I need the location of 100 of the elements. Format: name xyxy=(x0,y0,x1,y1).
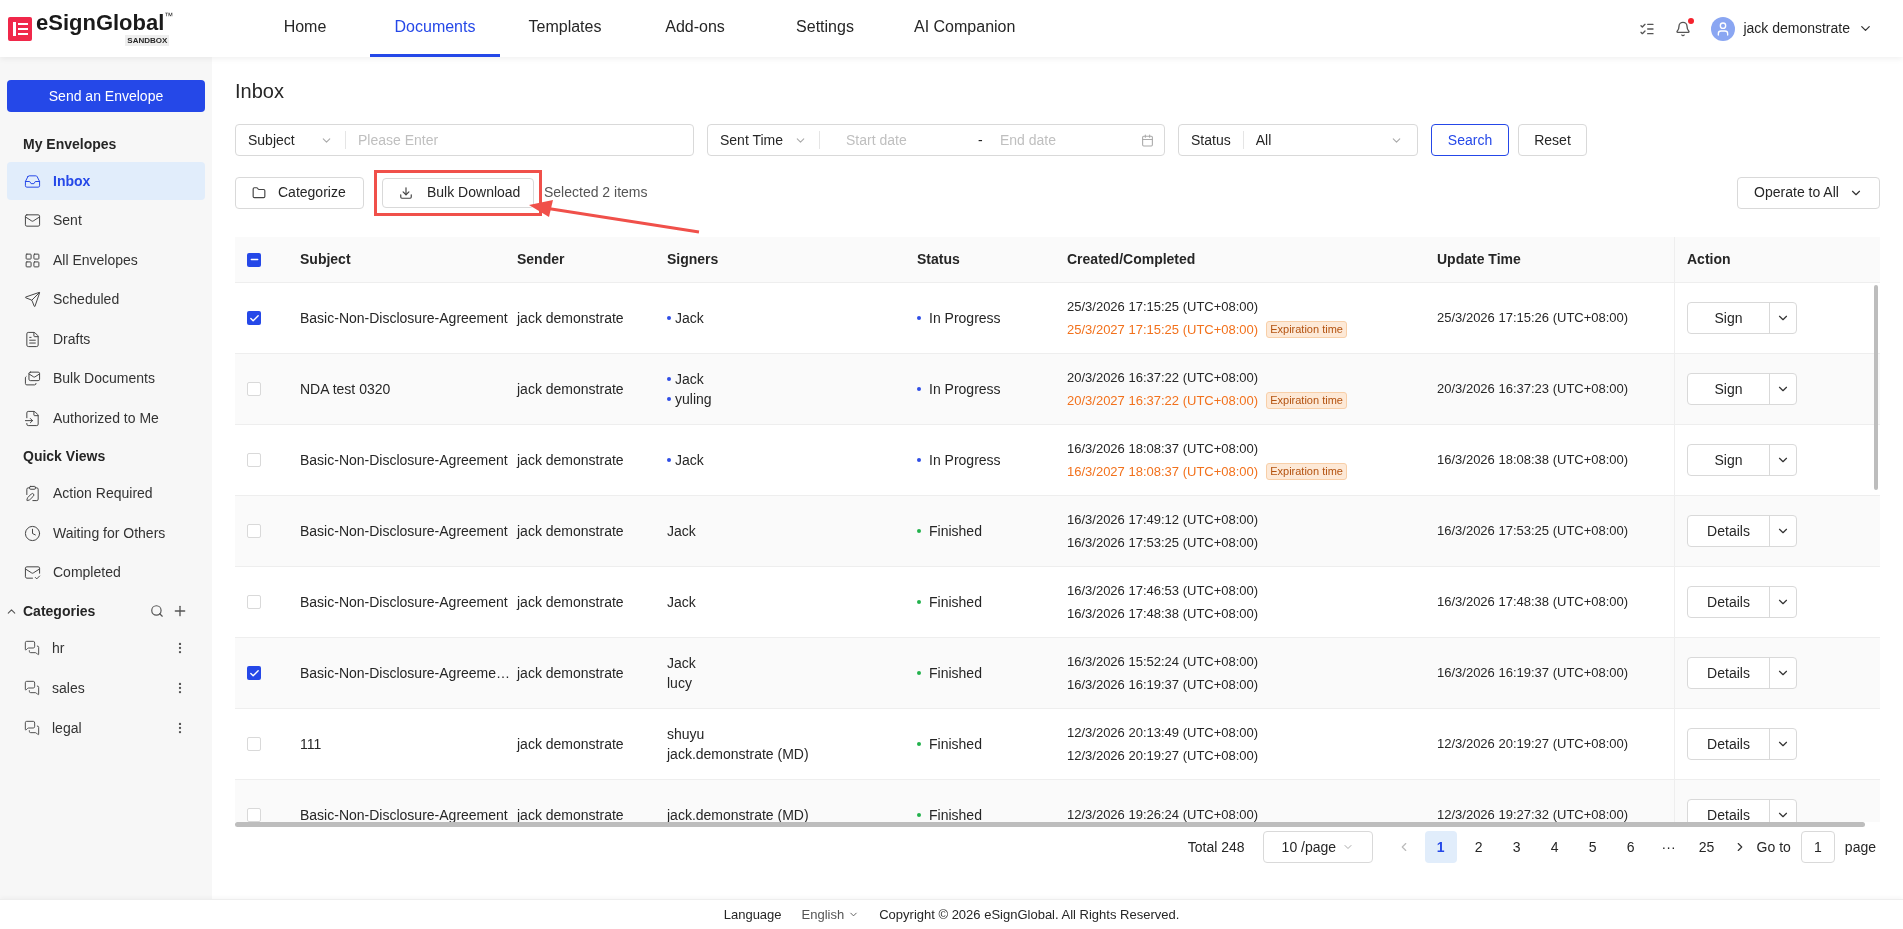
paper-plane-icon xyxy=(24,291,41,308)
nav-tab[interactable]: Home xyxy=(240,0,370,57)
logo-mark-icon xyxy=(8,16,32,41)
sidebar-item[interactable]: Scheduled xyxy=(7,280,205,319)
sandbox-badge: SANDBOX xyxy=(125,35,170,46)
table-cell-text: 12/3/2026 19:27:32 (UTC+08:00) xyxy=(1437,806,1629,822)
checkbox[interactable] xyxy=(247,453,261,467)
copyright-text: Copyright © 2026 eSignGlobal. All Rights Reserved. xyxy=(879,905,1180,924)
checkbox[interactable] xyxy=(247,808,261,822)
horizontal-scrollbar[interactable] xyxy=(235,822,1865,827)
page-number-field[interactable]: 1 xyxy=(1800,831,1835,863)
checkbox[interactable] xyxy=(247,382,261,396)
page-button[interactable]: 25 xyxy=(1690,831,1723,863)
check-icon xyxy=(248,312,260,324)
action-split-button[interactable]: Sign xyxy=(1687,302,1797,334)
status-text: In Progress xyxy=(929,308,1001,328)
checkbox[interactable] xyxy=(247,595,261,609)
page-size-select[interactable]: 10 /page xyxy=(1262,831,1373,863)
send-envelope-button[interactable]: Send an Envelope xyxy=(7,80,205,112)
action-split-button[interactable]: Details xyxy=(1687,586,1797,618)
language-select[interactable]: English xyxy=(801,904,860,925)
signer-name: Jack xyxy=(667,654,696,673)
sidebar-item[interactable]: Bulk Documents xyxy=(7,359,205,398)
status-text: Finished xyxy=(929,521,982,541)
document-icon xyxy=(24,330,41,348)
bell-icon[interactable] xyxy=(1675,20,1692,37)
goto-label: Go to xyxy=(1756,837,1791,857)
reset-button[interactable]: Reset xyxy=(1518,124,1587,156)
action-split-button[interactable]: Sign xyxy=(1687,444,1797,476)
nav-tab[interactable]: Add-ons xyxy=(630,0,760,57)
sidebar-item[interactable]: Action Required xyxy=(7,474,205,513)
subject-input[interactable]: Please Enter xyxy=(346,129,693,151)
category-item[interactable]: sales xyxy=(7,669,205,707)
sidebar-item[interactable]: Authorized to Me xyxy=(7,399,205,437)
status-select[interactable]: Status All xyxy=(1178,124,1418,156)
expiration-time: 16/3/2027 18:08:37 (UTC+08:00) xyxy=(1067,463,1259,481)
table-cell-text: jack demonstrate xyxy=(517,734,624,754)
operate-all-button[interactable]: Operate to All xyxy=(1737,176,1880,209)
signer-name: lucy xyxy=(667,674,692,693)
nav-tab[interactable]: Documents xyxy=(370,0,500,57)
user-name[interactable]: jack demonstrate xyxy=(1743,18,1850,39)
categorize-button[interactable]: Categorize xyxy=(235,176,364,209)
page-button[interactable]: 2 xyxy=(1462,831,1495,863)
action-split-button[interactable]: Details xyxy=(1687,728,1797,760)
bulk-download-button[interactable]: Bulk Download xyxy=(382,177,534,208)
status-text: Finished xyxy=(929,592,982,612)
action-split-button[interactable]: Sign xyxy=(1687,373,1797,405)
completed-time: 16/3/2026 16:19:37 (UTC+08:00) xyxy=(1067,676,1260,694)
field-select[interactable]: Sent Time xyxy=(720,129,784,151)
signer-name: shuyu xyxy=(667,725,705,744)
vertical-scrollbar[interactable] xyxy=(1874,285,1878,490)
sidebar-item[interactable]: Drafts xyxy=(7,320,205,358)
envelopes-icon xyxy=(24,370,41,387)
created-time: 25/3/2026 17:15:25 (UTC+08:00) xyxy=(1067,297,1260,316)
nav-tab[interactable]: Templates xyxy=(500,0,630,57)
page-button[interactable]: ··· xyxy=(1652,831,1685,863)
column-header: Signers xyxy=(667,250,719,269)
expiration-tag: Expiration time xyxy=(1266,321,1347,339)
envelope-icon xyxy=(24,212,41,229)
page-button[interactable]: 3 xyxy=(1500,831,1533,863)
column-header: Created/Completed xyxy=(1067,250,1196,269)
category-item[interactable]: hr xyxy=(7,629,205,667)
sidebar-item[interactable]: Waiting for Others xyxy=(7,514,205,552)
action-split-button[interactable]: Details xyxy=(1687,799,1797,822)
checkbox[interactable] xyxy=(247,737,261,751)
table-cell-text: jack demonstrate xyxy=(517,450,624,470)
signer-name: Jack xyxy=(675,370,704,389)
envelope-check-icon xyxy=(24,564,41,581)
check-icon xyxy=(248,667,260,679)
add-icon[interactable] xyxy=(172,603,188,619)
table-cell-text: Basic-Non-Disclosure-Agreeme… xyxy=(300,663,511,683)
checkbox[interactable] xyxy=(247,252,261,267)
page-label: page xyxy=(1844,837,1876,857)
action-split-button[interactable]: Details xyxy=(1687,657,1797,689)
nav-tab[interactable]: Settings xyxy=(760,0,890,57)
table-cell-text: jack demonstrate xyxy=(517,663,624,683)
subject-filter[interactable]: Subject Please Enter xyxy=(235,124,694,156)
expiration-time: 20/3/2027 16:37:22 (UTC+08:00) xyxy=(1067,392,1259,410)
checkbox[interactable] xyxy=(247,524,261,538)
search-icon[interactable] xyxy=(150,604,164,618)
expiration-tag: Expiration time xyxy=(1266,392,1347,410)
checkbox[interactable] xyxy=(247,311,261,325)
nav-tab[interactable]: AI Companion xyxy=(890,0,1040,57)
trademark-sign: ™ xyxy=(164,11,174,21)
page-button[interactable]: 4 xyxy=(1538,831,1571,863)
page-button[interactable]: 6 xyxy=(1614,831,1647,863)
page-button[interactable]: 1 xyxy=(1424,831,1457,863)
checkbox[interactable] xyxy=(247,666,261,680)
sidebar-item[interactable]: Inbox xyxy=(7,162,205,200)
sidebar-item[interactable]: Completed xyxy=(7,553,205,592)
search-button[interactable]: Search xyxy=(1431,124,1509,156)
table-cell-text: NDA test 0320 xyxy=(300,379,391,399)
category-icon xyxy=(24,640,40,656)
field-select[interactable]: Subject xyxy=(248,129,295,151)
sidebar-item[interactable]: All Envelopes xyxy=(7,241,205,279)
sidebar-item[interactable]: Sent xyxy=(7,201,205,240)
date-range-field[interactable]: Sent Time Start date - End date xyxy=(707,124,1165,156)
action-split-button[interactable]: Details xyxy=(1687,515,1797,547)
page-button[interactable]: 5 xyxy=(1576,831,1609,863)
category-item[interactable]: legal xyxy=(7,709,205,747)
